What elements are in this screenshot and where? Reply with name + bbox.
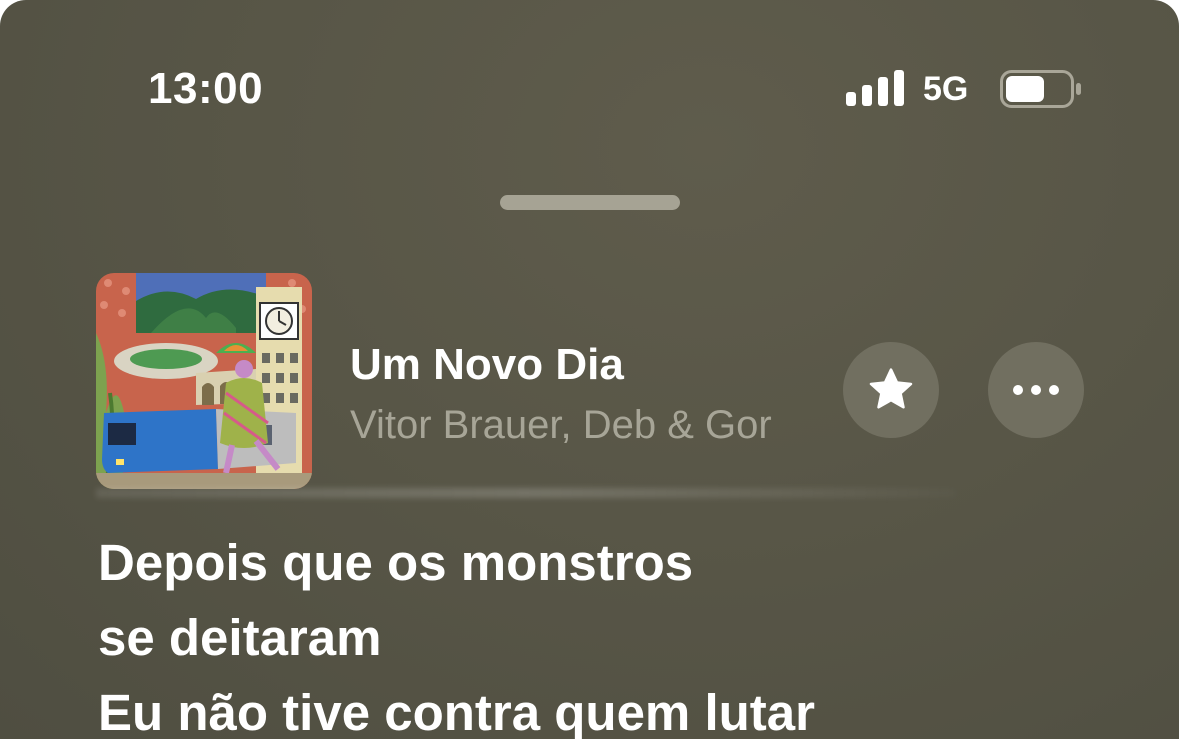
lyric-line[interactable]: Depois que os monstros (98, 525, 1098, 600)
status-time: 13:00 (148, 64, 264, 113)
lyrics-screen: 13:00 5G Um Novo Dia Vitor Brauer, Deb &… (0, 0, 1179, 739)
sheet-grabber[interactable] (500, 195, 680, 210)
network-type: 5G (923, 70, 969, 108)
more-options-button[interactable] (988, 342, 1084, 438)
faded-previous-lyric (96, 488, 956, 498)
battery-icon (1000, 70, 1081, 108)
lyrics-view[interactable]: Depois que os monstros se deitaram Eu nã… (98, 525, 1098, 739)
album-artwork[interactable] (96, 273, 312, 489)
lyric-line[interactable]: Eu não tive contra quem lutar (98, 675, 1098, 739)
artist-container[interactable]: Vitor Brauer, Deb & Gor (350, 398, 828, 452)
favorite-button[interactable] (843, 342, 939, 438)
song-title[interactable]: Um Novo Dia (350, 340, 624, 390)
star-icon (869, 368, 913, 409)
ellipsis-icon (1013, 385, 1059, 395)
cellular-signal-icon (846, 70, 904, 106)
lyric-line[interactable]: se deitaram (98, 600, 1098, 675)
artist-name: Vitor Brauer, Deb & Gor (350, 403, 772, 447)
